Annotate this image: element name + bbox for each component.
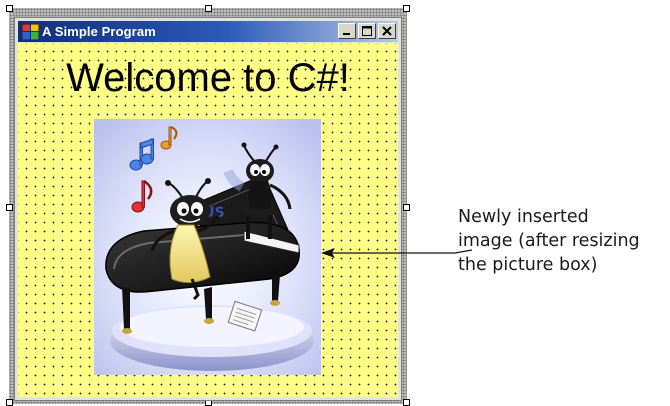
picture-box[interactable]: JUS [94,119,321,375]
close-icon [382,26,392,36]
callout-line-3: the picture box) [458,255,598,275]
resize-handle-right[interactable] [403,204,410,211]
welcome-label[interactable]: Welcome to C#! [18,55,398,101]
title-bar[interactable]: A Simple Program [18,21,398,42]
minimize-icon [343,33,350,35]
form-client-area[interactable]: Welcome to C#! JUS [18,43,398,397]
window-title: A Simple Program [42,24,156,39]
callout-line-2: image (after resizing [458,231,640,251]
maximize-icon [362,26,372,36]
resize-handle-top-right[interactable] [403,5,410,12]
resize-handle-top-left[interactable] [6,5,13,12]
form-window[interactable]: A Simple Program Welcome to C#! JUS [14,17,402,401]
resize-handle-bottom-right[interactable] [403,399,410,406]
callout-text: Newly inserted image (after resizing the… [458,205,670,277]
piano-bugs-clipart: JUS [94,119,321,375]
maximize-button[interactable] [358,23,376,39]
resize-handle-left[interactable] [6,204,13,211]
resize-handle-bottom-left[interactable] [6,399,13,406]
resize-handle-top[interactable] [205,5,212,12]
callout-line-1: Newly inserted [458,207,589,227]
minimize-button[interactable] [338,23,356,39]
callout-arrow [321,248,473,258]
close-button[interactable] [378,23,396,39]
app-icon [22,23,39,40]
